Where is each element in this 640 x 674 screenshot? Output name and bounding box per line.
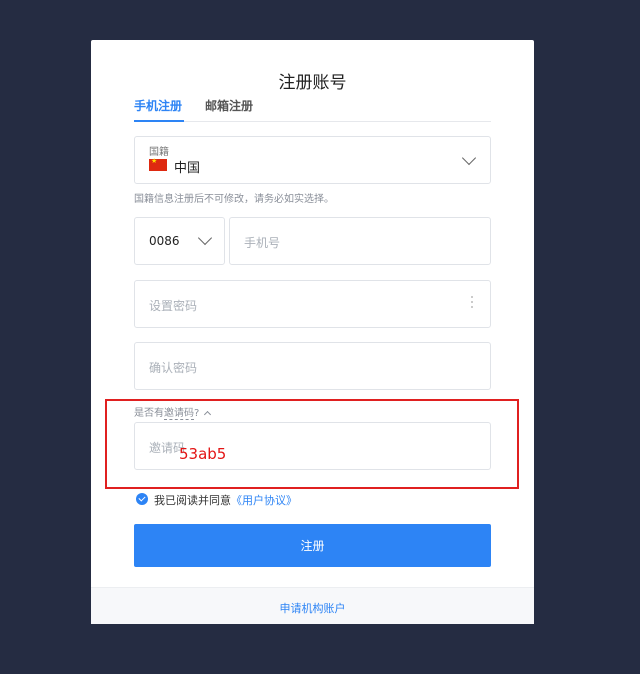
password-input[interactable]: 设置密码 — [134, 280, 491, 328]
nationality-select[interactable]: 国籍 ★ 中国 — [134, 136, 491, 184]
phone-input[interactable]: 手机号 — [229, 217, 491, 265]
chevron-down-icon — [461, 150, 477, 166]
register-button[interactable]: 注册 — [134, 524, 491, 567]
nationality-label: 国籍 — [149, 147, 169, 158]
password-placeholder: 设置密码 — [149, 299, 198, 313]
chevron-down-icon — [197, 230, 213, 246]
footer: 申请机构账户 — [91, 587, 534, 624]
phone-placeholder: 手机号 — [244, 236, 281, 250]
user-agreement-link[interactable]: 《用户协议》 — [231, 494, 297, 507]
confirm-password-input[interactable]: 确认密码 — [134, 342, 491, 390]
tab-email-register[interactable]: 邮箱注册 — [205, 97, 253, 114]
agreement-checkbox[interactable] — [136, 493, 148, 505]
invite-toggle-suffix: ? — [194, 408, 200, 419]
invite-toggle-prefix: 是否有 — [134, 408, 164, 419]
invite-code-annotation: 53ab5 — [179, 445, 227, 463]
page-title: 注册账号 — [278, 73, 347, 93]
register-tabs: 手机注册 邮箱注册 — [134, 97, 491, 122]
nationality-value: 中国 — [174, 161, 201, 176]
country-code-value: 0086 — [149, 234, 180, 248]
institution-account-link[interactable]: 申请机构账户 — [280, 600, 346, 616]
confirm-password-placeholder: 确认密码 — [149, 361, 198, 375]
active-tab-indicator — [134, 120, 184, 122]
china-flag-icon: ★ — [149, 157, 167, 171]
tab-phone-register[interactable]: 手机注册 — [134, 97, 182, 114]
invite-code-input[interactable]: 邀请码 53ab5 — [134, 422, 491, 470]
nationality-hint: 国籍信息注册后不可修改，请务必如实选择。 — [134, 194, 334, 205]
agreement-text: 我已阅读并同意 — [154, 494, 231, 507]
invite-code-toggle[interactable]: 是否有邀请码? — [134, 404, 212, 420]
country-code-select[interactable]: 0086 — [134, 217, 225, 265]
more-options-icon[interactable] — [471, 296, 474, 312]
chevron-up-icon — [204, 410, 212, 419]
register-card: 注册账号 手机注册 邮箱注册 国籍 ★ 中国 国籍信息注册后不可修改，请务必如实… — [91, 40, 534, 624]
invite-toggle-link: 邀请码 — [164, 408, 194, 420]
